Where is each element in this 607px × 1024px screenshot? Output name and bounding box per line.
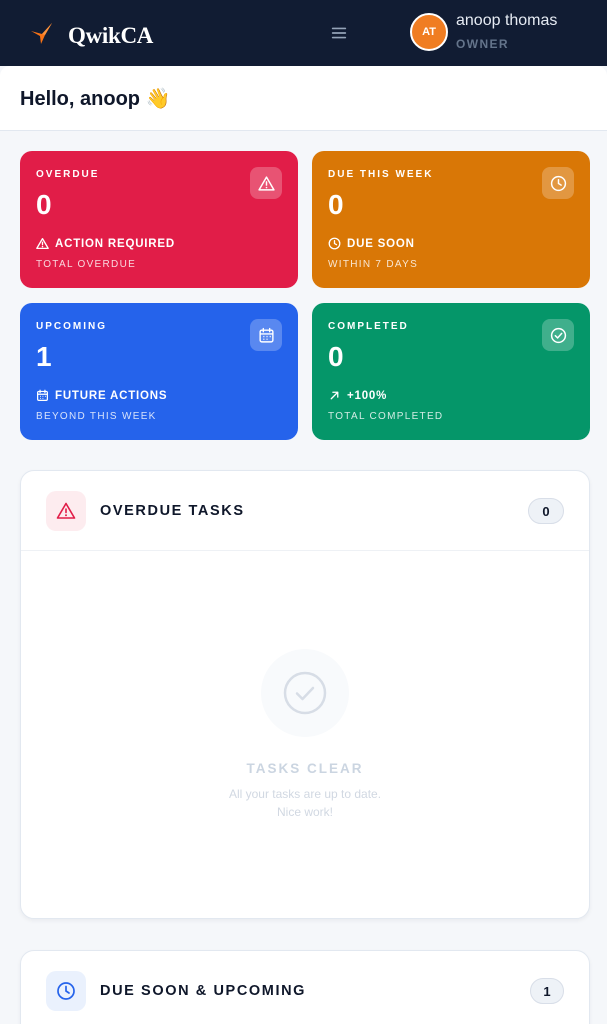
- calendar-icon: [37, 389, 48, 401]
- brand-name: QwikCA: [68, 22, 154, 48]
- stat-value: 1: [36, 341, 52, 372]
- panel-title: DUE SOON & UPCOMING: [100, 983, 307, 999]
- stat-value: 0: [328, 189, 344, 220]
- hamburger-menu-icon: [331, 27, 347, 39]
- stat-note-text: FUTURE ACTIONS: [55, 389, 168, 402]
- clock-icon: [57, 982, 75, 1000]
- empty-state-title: TASKS CLEAR: [246, 761, 364, 776]
- stat-note: +100%: [328, 389, 387, 402]
- divider: [21, 550, 589, 551]
- stat-label: DUE THIS WEEK: [328, 169, 434, 180]
- stat-icon-box: [542, 167, 574, 199]
- clock-icon: [328, 237, 341, 250]
- stat-note: FUTURE ACTIONS: [36, 389, 167, 402]
- page-title: Hello, anoop 👋: [20, 88, 171, 110]
- clock-icon: [550, 175, 566, 191]
- stat-subtext: WITHIN 7 DAYS: [328, 259, 419, 270]
- empty-state-message: All your tasks are up to date.: [228, 787, 382, 801]
- top-navbar: QwikCA AT anoop thomas OWNER: [0, 0, 607, 66]
- stat-card-upcoming[interactable]: UPCOMING 1 FUTURE ACTIONS BEYOND THIS WE…: [20, 303, 298, 440]
- stat-subtext: TOTAL COMPLETED: [328, 411, 444, 422]
- warning-triangle-icon: [56, 502, 76, 519]
- avatar[interactable]: AT: [410, 13, 448, 51]
- stat-value: 0: [36, 189, 52, 220]
- stat-card-completed[interactable]: COMPLETED 0 +100% TOTAL COMPLETED: [312, 303, 590, 440]
- greeting-bar: Hello, anoop 👋: [0, 66, 607, 131]
- overdue-tasks-panel: OVERDUE TASKS 0 TASKS CLEAR All your tas…: [20, 470, 590, 919]
- stat-icon-box: [250, 167, 282, 199]
- stat-card-overdue[interactable]: OVERDUE 0 ACTION REQUIRED TOTAL OVERDUE: [20, 151, 298, 288]
- stat-note-text: ACTION REQUIRED: [55, 237, 175, 250]
- stat-value: 0: [328, 341, 344, 372]
- stat-subtext: BEYOND THIS WEEK: [36, 411, 157, 422]
- check-circle-icon: [550, 327, 566, 343]
- stat-subtext: TOTAL OVERDUE: [36, 259, 137, 270]
- calendar-icon: [258, 327, 274, 343]
- check-circle-icon: [283, 671, 327, 715]
- hamburger-menu-button[interactable]: [328, 22, 350, 44]
- arrow-up-right-icon: [330, 391, 339, 400]
- count-badge: 0: [528, 498, 564, 524]
- due-soon-upcoming-panel: DUE SOON & UPCOMING 1: [20, 950, 590, 1024]
- swallow-bird-icon: [30, 20, 56, 51]
- warning-triangle-icon: [36, 237, 49, 250]
- stat-label: UPCOMING: [36, 321, 107, 332]
- panel-title: OVERDUE TASKS: [100, 503, 245, 519]
- stat-card-due-this-week[interactable]: DUE THIS WEEK 0 DUE SOON WITHIN 7 DAYS: [312, 151, 590, 288]
- empty-state-circle: [261, 649, 349, 737]
- stat-icon-box: [542, 319, 574, 351]
- warning-triangle-icon: [257, 175, 275, 191]
- stat-label: OVERDUE: [36, 169, 100, 180]
- stat-note: ACTION REQUIRED: [36, 237, 175, 250]
- stat-label: COMPLETED: [328, 321, 409, 332]
- empty-state-message: Nice work!: [276, 805, 333, 819]
- stat-note-text: +100%: [347, 389, 388, 402]
- brand-logo[interactable]: QwikCA: [30, 20, 153, 51]
- user-role: OWNER: [456, 37, 509, 51]
- count-badge: 1: [530, 978, 564, 1004]
- stat-note: DUE SOON: [328, 237, 415, 250]
- panel-icon-box: [46, 491, 86, 531]
- user-name[interactable]: anoop thomas: [456, 12, 557, 30]
- stat-icon-box: [250, 319, 282, 351]
- panel-icon-box: [46, 971, 86, 1011]
- stat-note-text: DUE SOON: [347, 237, 415, 250]
